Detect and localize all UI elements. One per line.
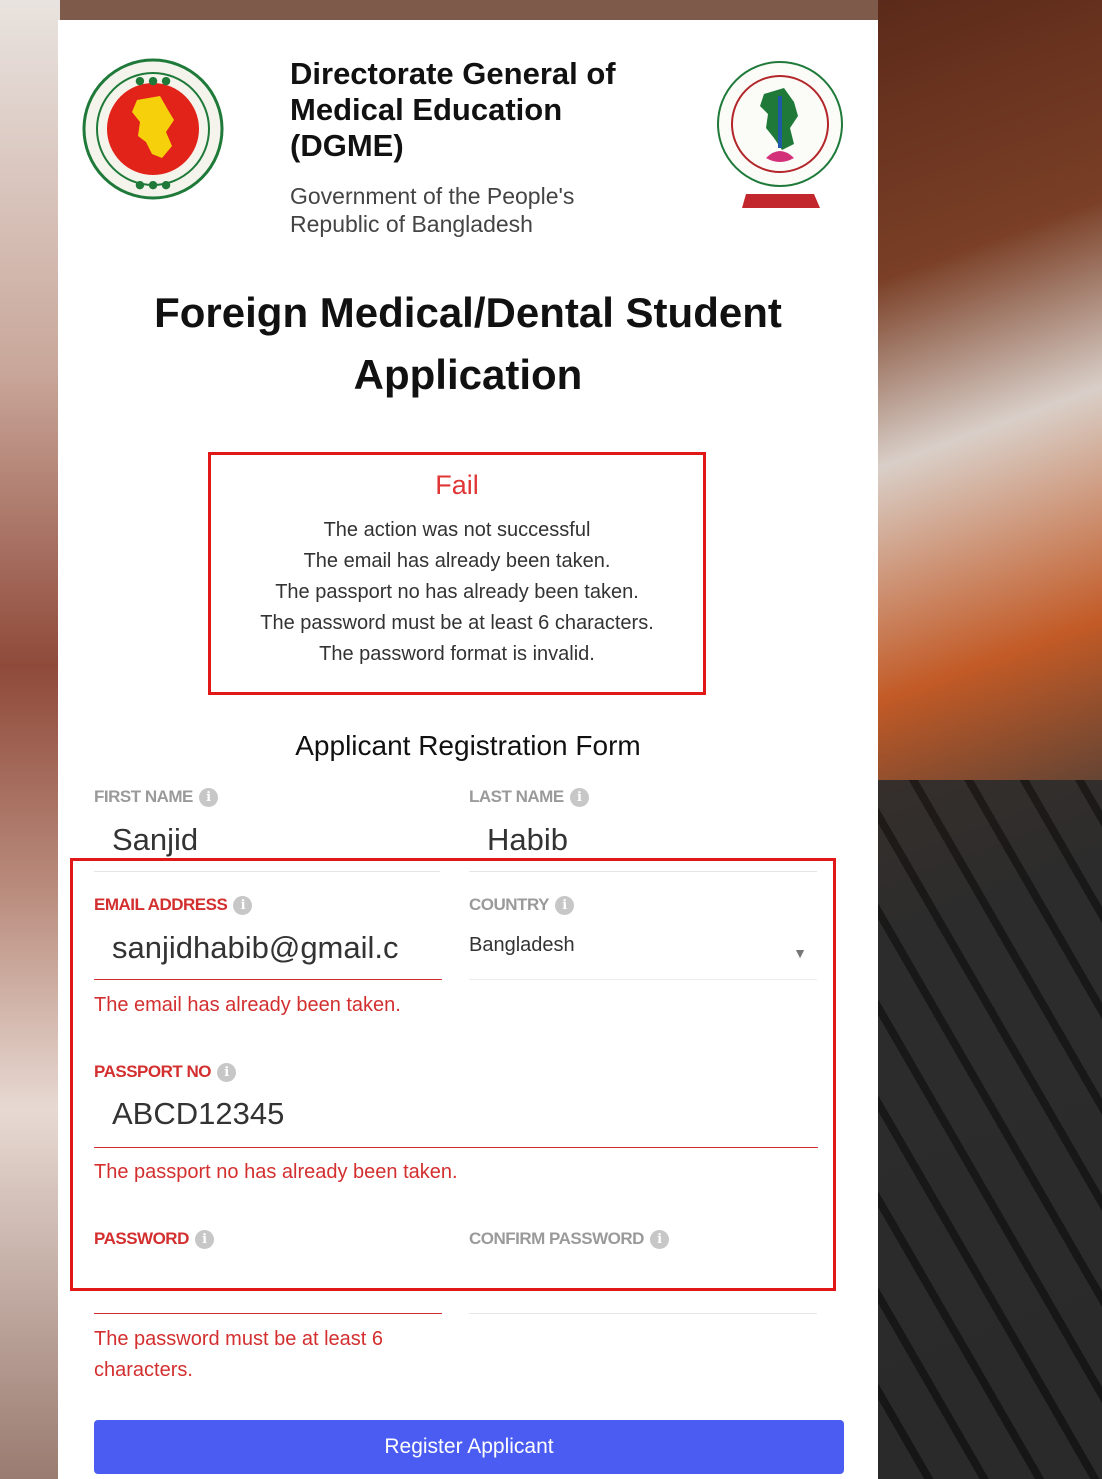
dgme-seal-logo <box>717 61 843 208</box>
password-field[interactable] <box>94 1262 442 1314</box>
alert-line: The passport no has already been taken. <box>275 581 639 603</box>
alert-line: The password format is invalid. <box>319 643 595 665</box>
alert-line: The email has already been taken. <box>303 550 611 572</box>
svg-text:● ● ●: ● ● ● <box>135 178 171 191</box>
info-icon[interactable]: i <box>649 1229 669 1249</box>
last-name-input[interactable]: Habib <box>469 820 817 872</box>
organization-title: Directorate General of Medical Education… <box>290 56 616 163</box>
background-keyboard <box>878 780 1102 1479</box>
passport-field[interactable]: ABCD12345 <box>94 1094 818 1148</box>
country-select[interactable]: Bangladesh ▼ <box>469 930 817 980</box>
background-photo-left <box>0 0 60 1479</box>
info-icon[interactable]: i <box>216 1062 236 1082</box>
confirm-password-label: CONFIRM PASSWORD i <box>469 1229 669 1249</box>
passport-error: The passport no has already been taken. <box>94 1161 458 1183</box>
alert-line: The action was not successful <box>323 519 591 541</box>
password-error: The password must be at least 6 characte… <box>94 1328 384 1381</box>
svg-text:● ● ●: ● ● ● <box>135 74 171 87</box>
info-icon[interactable]: i <box>569 787 589 807</box>
first-name-input[interactable]: Sanjid <box>94 820 440 872</box>
first-name-label: FIRST NAME i <box>94 787 218 807</box>
info-icon[interactable]: i <box>554 895 574 915</box>
page-title: Foreign Medical/Dental Student Applicati… <box>154 289 782 398</box>
info-icon[interactable]: i <box>233 895 253 915</box>
bangladesh-government-seal-logo: ● ● ● ● ● ● <box>82 58 224 200</box>
alert-title: Fail <box>435 470 479 500</box>
email-error: The email has already been taken. <box>94 994 401 1016</box>
form-title: Applicant Registration Form <box>295 730 641 761</box>
email-label: EMAIL ADDRESS i <box>94 895 253 915</box>
registration-card: ● ● ● ● ● ● Directorate General of Medic… <box>58 20 878 1479</box>
last-name-label: LAST NAME i <box>469 787 589 807</box>
organization-subtitle: Government of the People's Republic of B… <box>290 183 575 237</box>
confirm-password-field[interactable] <box>469 1262 817 1314</box>
info-icon[interactable]: i <box>194 1229 214 1249</box>
register-applicant-button[interactable]: Register Applicant <box>94 1420 844 1474</box>
country-label: COUNTRY i <box>469 895 574 915</box>
alert-line: The password must be at least 6 characte… <box>260 612 654 634</box>
chevron-down-icon: ▼ <box>793 945 807 961</box>
country-selected-value: Bangladesh <box>469 934 575 956</box>
passport-label: PASSPORT NO i <box>94 1062 236 1082</box>
password-label: PASSWORD i <box>94 1229 214 1249</box>
email-field[interactable]: sanjidhabib@gmail.c <box>94 928 442 980</box>
info-icon[interactable]: i <box>198 787 218 807</box>
error-alert: Fail The action was not successful The e… <box>208 452 706 695</box>
